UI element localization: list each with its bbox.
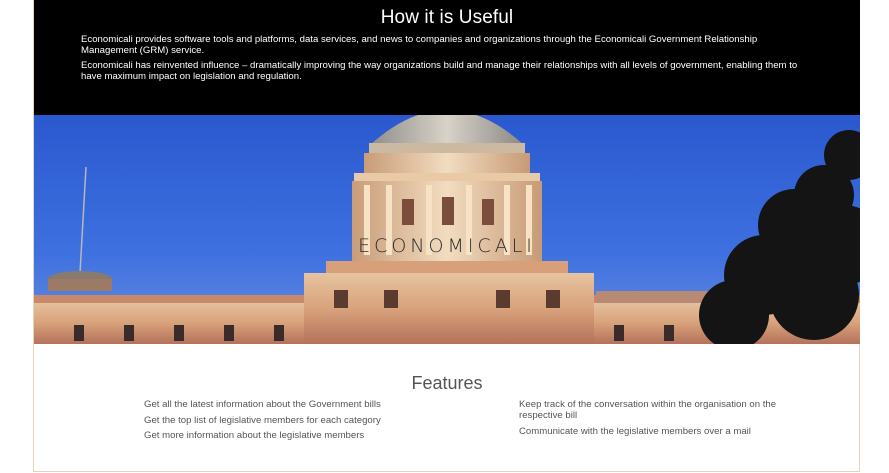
features-section: Features Get all the latest information … (34, 344, 860, 472)
feature-item: Get more information about the legislati… (144, 430, 365, 441)
feature-item: Get the top list of legislative members … (144, 414, 381, 426)
intro-paragraph-1: Economicali provides software tools and … (81, 34, 758, 56)
capitol-building-image (34, 115, 860, 344)
features-left-column: Get all the latest information about the… (144, 399, 444, 446)
feature-item: Get all the latest information about the… (144, 399, 381, 410)
how-it-is-useful-section: How it is Useful Economicali provides so… (34, 0, 860, 115)
intro-paragraph-2: Economicali has reinvented influence – d… (81, 60, 798, 82)
feature-item: Keep track of the conversation within th… (519, 399, 777, 421)
hero-title: ECONOMICALI (358, 235, 536, 257)
page-container: How it is Useful Economicali provides so… (33, 0, 860, 472)
feature-item: Communicate with the legislative members… (519, 425, 751, 437)
features-right-column: Keep track of the conversation within th… (519, 399, 809, 441)
hero-banner: ECONOMICALI (34, 115, 860, 344)
features-title: Features (411, 373, 483, 393)
section-title: How it is Useful (380, 7, 514, 28)
